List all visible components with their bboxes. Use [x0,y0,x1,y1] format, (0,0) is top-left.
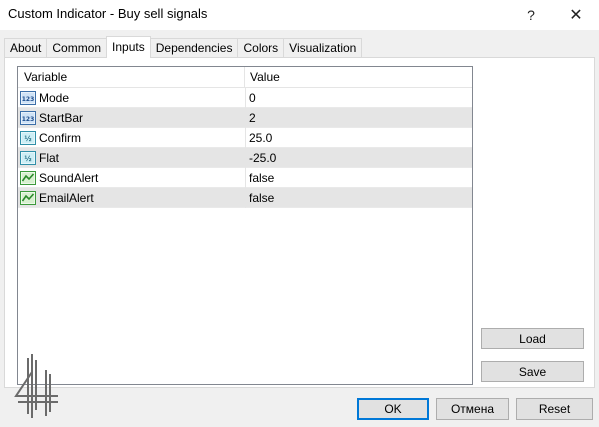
column-divider [245,88,246,108]
tab-dependencies[interactable]: Dependencies [149,38,239,57]
tab-common[interactable]: Common [46,38,108,57]
table-row[interactable]: SoundAlert false [18,168,472,188]
table-row[interactable]: 123 Mode 0 [18,88,472,108]
grid-header: Variable Value [18,67,472,88]
variable-column-header[interactable]: Variable [18,67,245,88]
value-column-header[interactable]: Value [245,67,472,88]
variable-name: Confirm [39,131,82,145]
load-button[interactable]: Load [481,328,584,349]
close-icon: ✕ [569,7,583,24]
tab-visualization[interactable]: Visualization [283,38,363,57]
integer-icon: 123 [20,111,36,125]
close-button[interactable]: ✕ [553,0,599,30]
watermark-logo [14,354,58,418]
svg-text:½: ½ [24,155,31,163]
double-icon: ½ [20,151,36,165]
tab-inputs[interactable]: Inputs [106,36,151,58]
variable-value[interactable]: false [249,168,274,188]
variable-value[interactable]: 2 [249,108,256,128]
integer-icon: 123 [20,91,36,105]
reset-button[interactable]: Reset [516,398,593,420]
table-row[interactable]: ½ Flat -25.0 [18,148,472,168]
variable-name: EmailAlert [39,191,94,205]
tab-about[interactable]: About [4,38,48,57]
variable-name: SoundAlert [39,171,99,185]
table-row[interactable]: 123 StartBar 2 [18,108,472,128]
variable-name: StartBar [39,111,84,125]
window-title: Custom Indicator - Buy sell signals [8,6,208,21]
dialog-client: About Common Inputs Dependencies Colors … [0,30,599,427]
help-icon: ? [527,7,535,23]
svg-text:123: 123 [22,96,35,103]
boolean-icon [20,191,36,205]
variable-value[interactable]: 0 [249,88,256,108]
variable-value[interactable]: 25.0 [249,128,272,148]
variable-name: Mode [39,91,70,105]
ok-button[interactable]: OK [357,398,429,420]
boolean-icon [20,171,36,185]
variable-value[interactable]: -25.0 [249,148,276,168]
tab-strip: About Common Inputs Dependencies Colors … [4,36,363,58]
column-divider [245,128,246,148]
column-divider [245,148,246,168]
table-row[interactable]: EmailAlert false [18,188,472,208]
variable-value[interactable]: false [249,188,274,208]
table-row[interactable]: ½ Confirm 25.0 [18,128,472,148]
inputs-grid: Variable Value 123 Mode 0 123 StartBar 2… [17,66,473,385]
variable-name: Flat [39,151,60,165]
svg-text:½: ½ [24,135,31,143]
save-button[interactable]: Save [481,361,584,382]
tab-colors[interactable]: Colors [237,38,285,57]
column-divider [245,108,246,128]
svg-text:123: 123 [22,116,35,123]
column-divider [245,188,246,208]
help-button[interactable]: ? [508,0,554,30]
grid-rows: 123 Mode 0 123 StartBar 2 ½ Confirm 25.0… [18,88,472,208]
title-bar: Custom Indicator - Buy sell signals ? ✕ [0,0,599,30]
double-icon: ½ [20,131,36,145]
cancel-button[interactable]: Отмена [436,398,509,420]
column-divider [245,168,246,188]
